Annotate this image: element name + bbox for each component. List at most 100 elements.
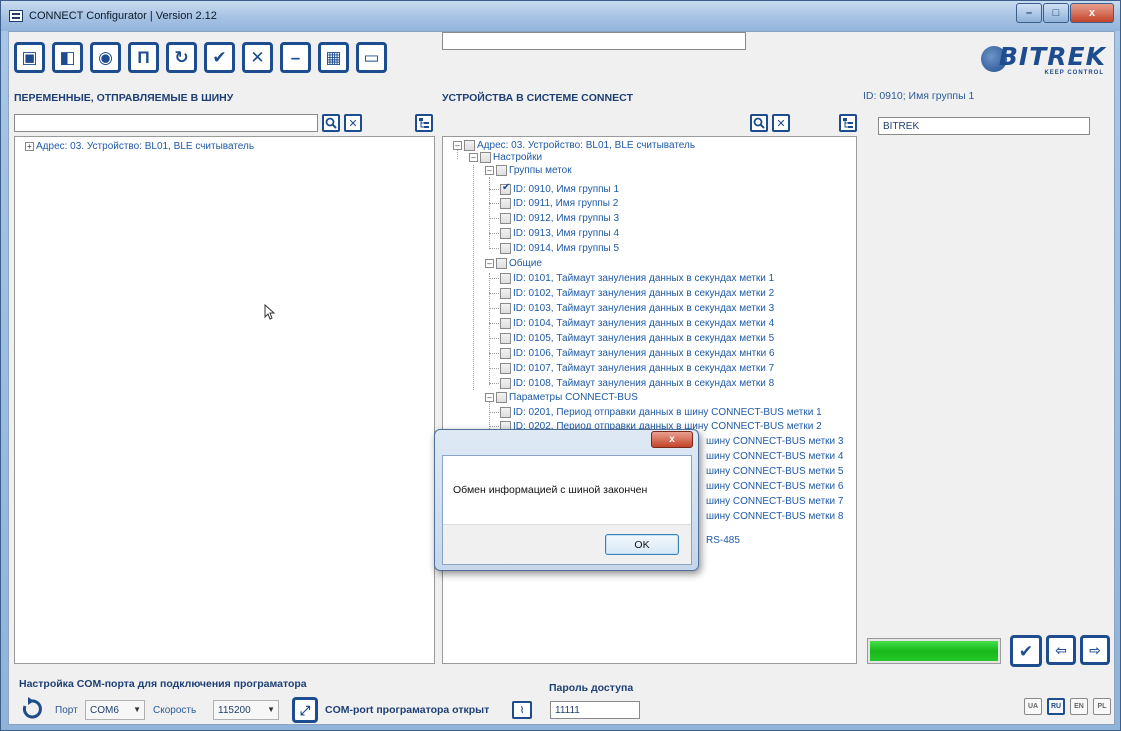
- tree-leaf[interactable]: ID: 0914, Имя группы 5: [489, 241, 619, 255]
- com-status-text: COM-port програматора открыт: [325, 704, 490, 716]
- tree-node-settings[interactable]: – Настройки: [469, 150, 542, 164]
- tree-leaf[interactable]: ID: 0106, Таймаут зануления данных в сек…: [489, 346, 775, 360]
- port-select[interactable]: COM6 ▼: [85, 700, 145, 720]
- checkbox[interactable]: [500, 197, 511, 209]
- checkbox[interactable]: [500, 377, 511, 389]
- collapse-icon[interactable]: –: [453, 140, 462, 150]
- close-button[interactable]: x: [1070, 3, 1114, 23]
- middle-search-icon[interactable]: [750, 114, 768, 132]
- tree-leaf-label: ID: 0105, Таймаут зануления данных в сек…: [513, 332, 775, 344]
- apply-check-icon[interactable]: ✔: [1010, 635, 1042, 667]
- checkbox-checked[interactable]: [500, 182, 511, 195]
- lang-ru-button[interactable]: RU: [1047, 698, 1065, 715]
- expand-icon[interactable]: +: [25, 141, 34, 151]
- checkbox[interactable]: [496, 164, 507, 176]
- connect-icon[interactable]: ⤢: [292, 697, 318, 723]
- mouse-cursor-icon: [264, 304, 276, 320]
- import-icon[interactable]: ◧: [52, 42, 83, 73]
- tree-node-groups[interactable]: – Группы меток: [485, 163, 572, 177]
- tree-leaf[interactable]: ID: 0102, Таймаут зануления данных в сек…: [489, 286, 774, 300]
- minus-icon[interactable]: –: [280, 42, 311, 73]
- tree-node-label: Общие: [509, 257, 542, 269]
- checkbox[interactable]: [500, 287, 511, 299]
- tree-leaf-partial[interactable]: шину CONNECT-BUS метки 4: [706, 449, 843, 463]
- checkbox[interactable]: [500, 406, 511, 418]
- dialog-close-button[interactable]: x: [651, 431, 693, 448]
- speed-select[interactable]: 115200 ▼: [213, 700, 279, 720]
- tree-leaf[interactable]: ID: 0105, Таймаут зануления данных в сек…: [489, 331, 774, 345]
- checkbox[interactable]: [464, 139, 475, 151]
- bracket-icon[interactable]: Π: [128, 42, 159, 73]
- tree-leaf[interactable]: ID: 0911, Имя группы 2: [489, 196, 618, 210]
- left-panel-heading: ПЕРЕМЕННЫЕ, ОТПРАВЛЯЕМЫЕ В ШИНУ: [14, 92, 234, 104]
- tree-leaf-partial[interactable]: шину CONNECT-BUS метки 5: [706, 464, 843, 478]
- tree-leaf[interactable]: ID: 0108, Таймаут зануления данных в сек…: [489, 376, 774, 390]
- ok-button[interactable]: OK: [605, 534, 679, 555]
- checkbox[interactable]: [500, 347, 511, 359]
- title-bar[interactable]: CONNECT Configurator | Version 2.12 – □ …: [1, 1, 1120, 31]
- checkbox[interactable]: [500, 317, 511, 329]
- chevron-down-icon: ▼: [267, 705, 275, 714]
- lang-en-button[interactable]: EN: [1070, 698, 1088, 715]
- tree-leaf[interactable]: ID: 0107, Таймаут зануления данных в сек…: [489, 361, 774, 375]
- monitor-icon[interactable]: ▭: [356, 42, 387, 73]
- checkbox[interactable]: [496, 257, 507, 269]
- chip-icon[interactable]: ▦: [318, 42, 349, 73]
- group-name-input[interactable]: [878, 117, 1090, 135]
- tree-node-bus[interactable]: – Параметры CONNECT-BUS: [485, 390, 638, 404]
- collapse-icon[interactable]: –: [485, 392, 494, 402]
- tree-node[interactable]: + Адрес: 03. Устройство: BL01, BLE считы…: [25, 139, 254, 153]
- lang-pl-button[interactable]: PL: [1093, 698, 1111, 715]
- checkbox[interactable]: [480, 151, 491, 163]
- middle-clear-icon[interactable]: ✕: [772, 114, 790, 132]
- left-tree-panel[interactable]: + Адрес: 03. Устройство: BL01, BLE считы…: [14, 136, 435, 664]
- maximize-button[interactable]: □: [1043, 3, 1069, 23]
- checkbox[interactable]: [500, 242, 511, 254]
- password-input[interactable]: [550, 701, 640, 719]
- collapse-icon[interactable]: –: [485, 258, 494, 268]
- left-search-icon[interactable]: [322, 114, 340, 132]
- checkbox[interactable]: [500, 362, 511, 374]
- collapse-icon[interactable]: –: [485, 165, 494, 175]
- lang-ua-button[interactable]: UA: [1024, 698, 1042, 715]
- checkbox[interactable]: [500, 272, 511, 284]
- tree-node-general[interactable]: – Общие: [485, 256, 542, 270]
- tree-leaf[interactable]: ID: 0913, Имя группы 4: [489, 226, 619, 240]
- middle-tree-icon[interactable]: [839, 114, 857, 132]
- checkbox[interactable]: [500, 302, 511, 314]
- checkbox[interactable]: [500, 212, 511, 224]
- checkbox[interactable]: [500, 332, 511, 344]
- read-arrow-icon[interactable]: ⇦: [1046, 635, 1076, 665]
- eye-icon[interactable]: ◉: [90, 42, 121, 73]
- signal-icon[interactable]: ⌇: [512, 701, 532, 719]
- message-dialog: x Обмен информацией с шиной закончен OK: [434, 429, 699, 571]
- open-window-icon[interactable]: ▣: [14, 42, 45, 73]
- left-tree-icon[interactable]: [415, 114, 433, 132]
- write-arrow-icon[interactable]: ⇨: [1080, 635, 1110, 665]
- tree-leaf[interactable]: ID: 0910, Имя группы 1: [489, 182, 619, 196]
- minimize-button[interactable]: –: [1016, 3, 1042, 23]
- middle-tree-panel[interactable]: – Адрес: 03. Устройство: BL01, BLE считы…: [442, 136, 857, 664]
- tree-root-label: Адрес: 03. Устройство: BL01, BLE считыва…: [477, 139, 696, 151]
- refresh-icon[interactable]: ↻: [166, 42, 197, 73]
- close-icon[interactable]: ✕: [242, 42, 273, 73]
- tree-leaf-partial[interactable]: шину CONNECT-BUS метки 7: [706, 494, 843, 508]
- tree-leaf[interactable]: ID: 0101, Таймаут зануления данных в сек…: [489, 271, 774, 285]
- check-icon[interactable]: ✔: [204, 42, 235, 73]
- tree-leaf-partial[interactable]: шину CONNECT-BUS метки 8: [706, 509, 843, 523]
- tree-leaf-label: ID: 0104, Таймаут зануления данных в сек…: [513, 317, 775, 329]
- left-search-input[interactable]: [14, 114, 318, 132]
- tree-leaf[interactable]: ID: 0912, Имя группы 3: [489, 211, 619, 225]
- collapse-icon[interactable]: –: [469, 152, 478, 162]
- checkbox[interactable]: [500, 227, 511, 239]
- tree-leaf[interactable]: ID: 0104, Таймаут зануления данных в сек…: [489, 316, 774, 330]
- left-clear-icon[interactable]: ✕: [344, 114, 362, 132]
- tree-leaf[interactable]: ID: 0201, Период отправки данных в шину …: [489, 405, 822, 419]
- tree-leaf[interactable]: ID: 0103, Таймаут зануления данных в сек…: [489, 301, 774, 315]
- tree-node-partial[interactable]: RS-485: [706, 533, 740, 547]
- checkbox[interactable]: [496, 391, 507, 403]
- tree-leaf-partial[interactable]: шину CONNECT-BUS метки 6: [706, 479, 843, 493]
- reconnect-icon[interactable]: [19, 696, 45, 722]
- middle-search-input[interactable]: [442, 32, 746, 50]
- tree-leaf-partial[interactable]: шину CONNECT-BUS метки 3: [706, 434, 843, 448]
